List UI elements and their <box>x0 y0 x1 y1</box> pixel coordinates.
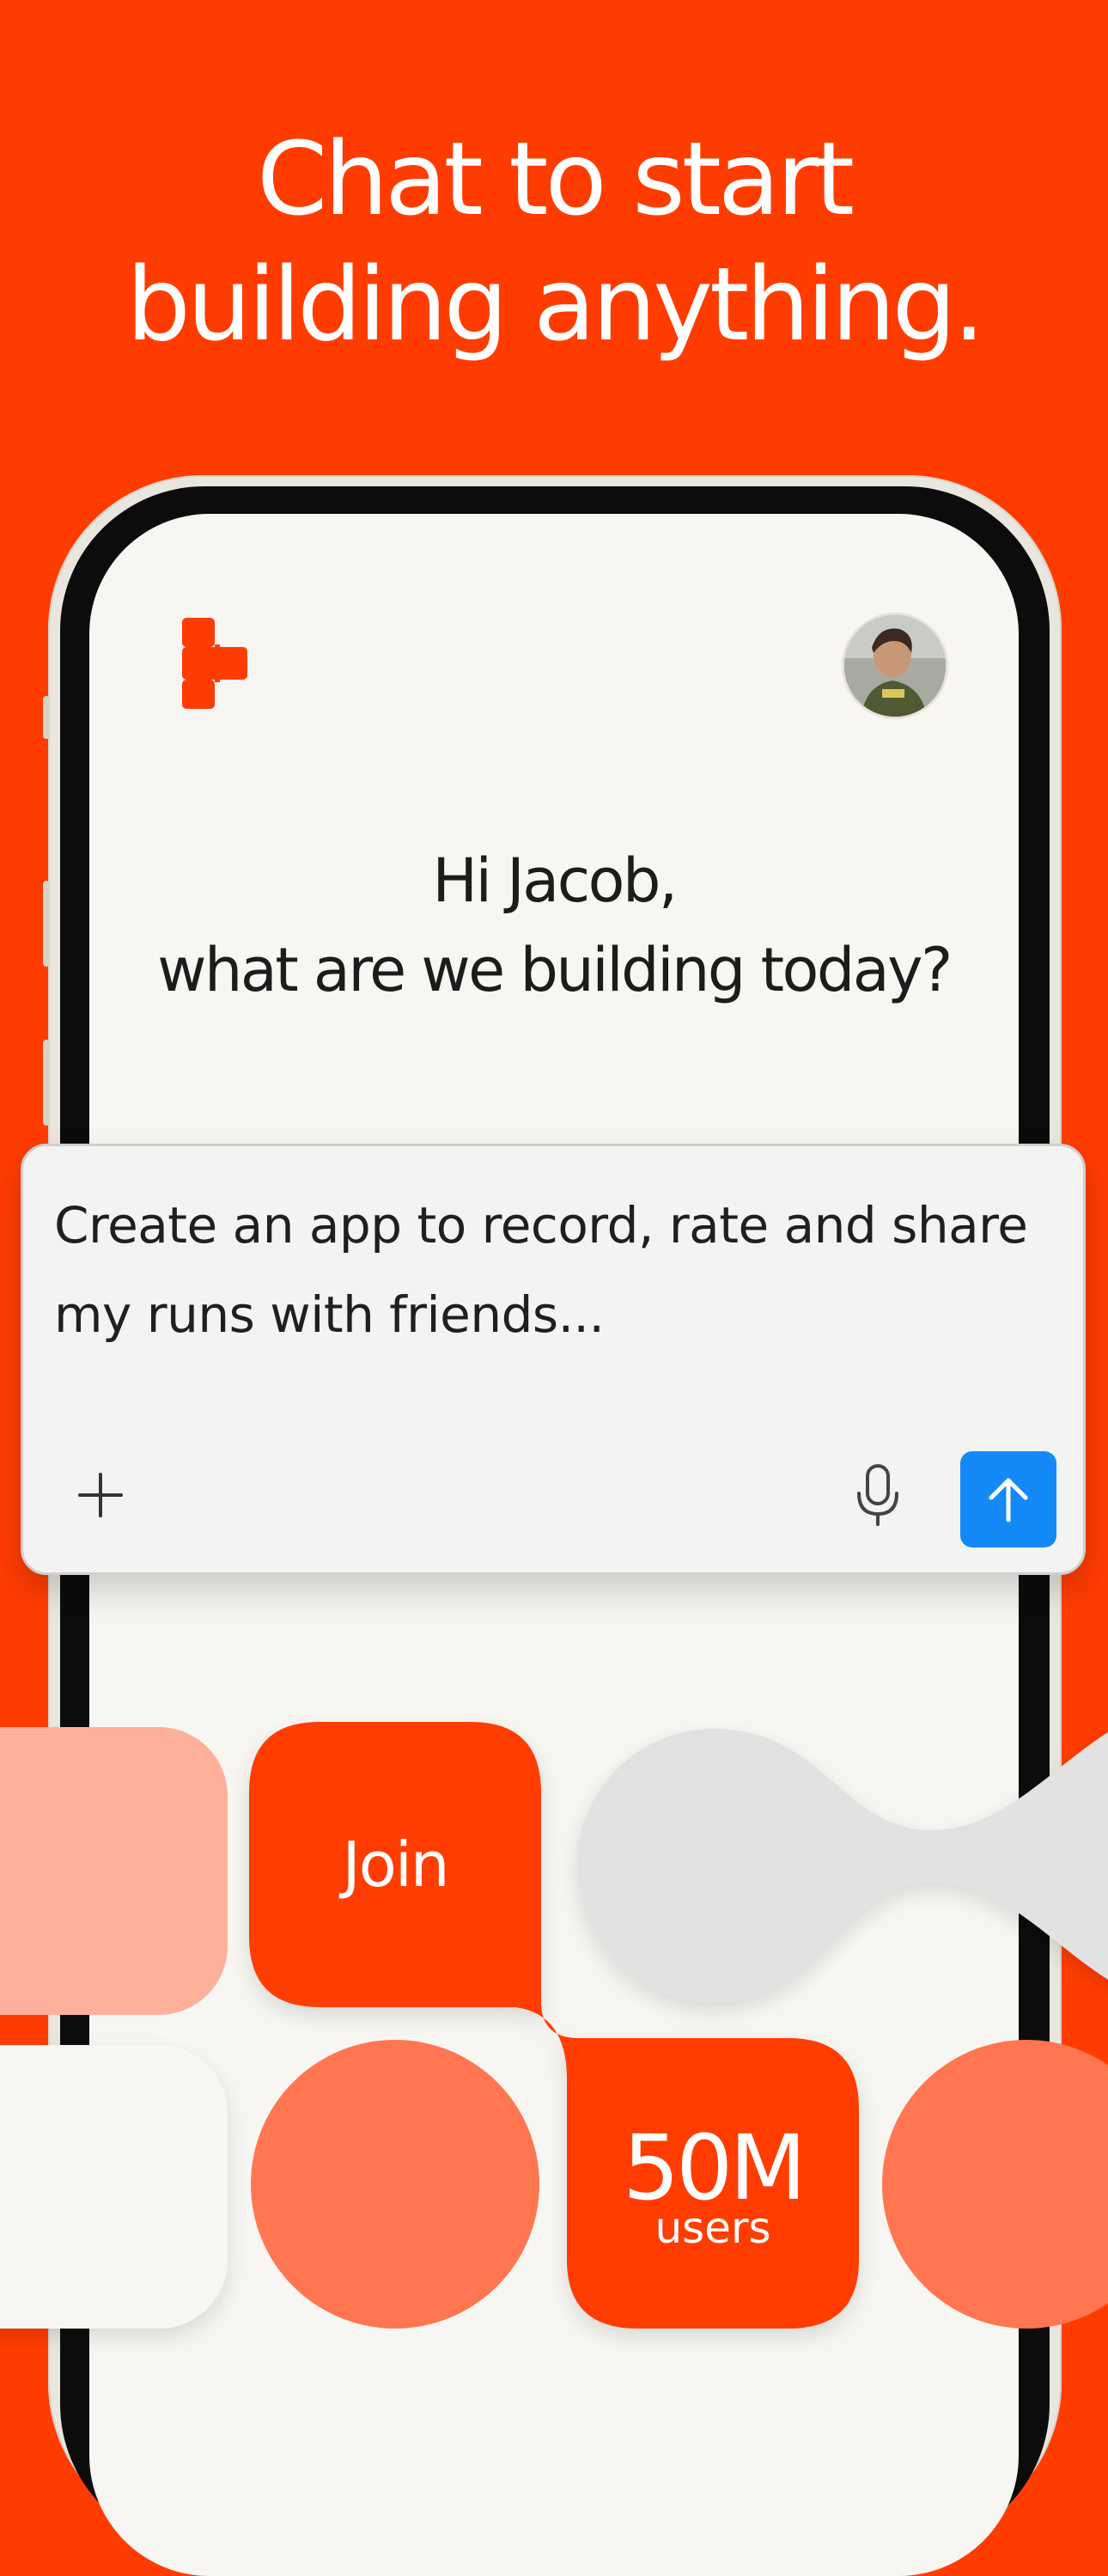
user-avatar[interactable] <box>842 613 948 719</box>
greeting-line-2: what are we building today? <box>157 935 953 1005</box>
microphone-icon[interactable] <box>852 1462 904 1528</box>
decorative-tiles <box>0 1722 1108 2329</box>
headline-line-1: Chat to start <box>256 119 855 238</box>
grey-blob <box>577 1729 1108 2002</box>
coral-circle <box>251 2040 539 2329</box>
phone-side-button <box>43 696 50 739</box>
users-label: users <box>654 2203 771 2253</box>
prompt-input-card[interactable]: Create an app to record, rate and share … <box>21 1144 1086 1575</box>
users-count: 50M <box>622 2115 807 2220</box>
peach-tile <box>0 1727 228 2015</box>
coral-circle-right <box>882 2040 1108 2329</box>
arrow-up-icon <box>989 1478 1028 1523</box>
cream-tile <box>0 2045 228 2329</box>
replit-logo-icon[interactable] <box>180 616 249 711</box>
greeting: Hi Jacob, what are we building today? <box>89 836 1019 1015</box>
join-label[interactable]: Join <box>292 1830 498 1899</box>
prompt-text-line-1: Create an app to record, rate and share <box>54 1196 1028 1254</box>
headline-line-2: building anything. <box>125 245 985 363</box>
plus-icon[interactable] <box>75 1469 126 1521</box>
phone-volume-down-button <box>43 1040 50 1126</box>
greeting-line-1: Hi Jacob, <box>432 845 678 916</box>
send-button[interactable] <box>960 1451 1056 1547</box>
phone-volume-up-button <box>43 881 50 967</box>
headline: Chat to start building anything. <box>0 116 1108 367</box>
prompt-input-text[interactable]: Create an app to record, rate and share … <box>54 1181 1059 1359</box>
prompt-text-line-2: my runs with friends... <box>54 1285 605 1344</box>
